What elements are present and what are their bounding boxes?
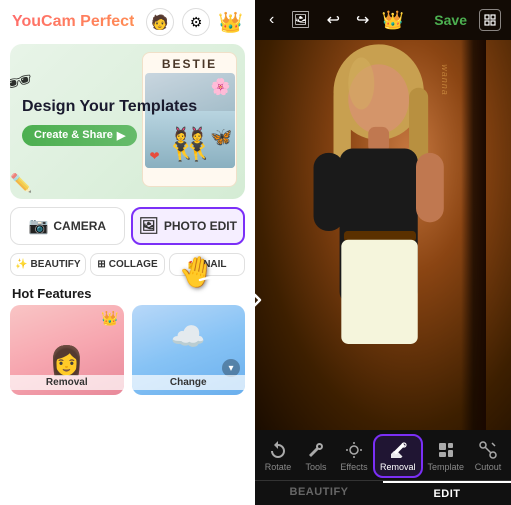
beautify-button[interactable]: ✨ BEAUTIFY [10,253,86,276]
effects-label: Effects [340,462,367,472]
person-icon-1: 👩 [49,344,84,377]
butterfly-icon: 🦋 [210,127,232,148]
hot-features-title: Hot Features [0,280,255,305]
photo-area: wanna [255,40,511,430]
pencils-decoration: ✏️ [10,173,32,194]
wall-text: wanna [440,64,450,96]
beautify-label: BEAUTIFY [31,259,81,270]
app-logo: YouCam Perfect [12,13,134,31]
image-icon[interactable]: 🖼 [286,8,314,32]
grid-view-icon[interactable] [479,9,501,31]
tools-label: Tools [305,462,326,472]
hero-text: Design Your Templates Create & Share ▶ [10,87,209,155]
camera-icon: 📷 [28,216,48,236]
avatar-icon[interactable]: 🧑 [146,8,174,36]
left-panel: YouCam Perfect 🧑 ⚙ 👑 🕶 ✏️ Design Your Te… [0,0,255,505]
camera-label: CAMERA [53,219,106,233]
camera-button[interactable]: 📷 CAMERA [10,207,125,245]
bottom-toolbar: Rotate Tools Effects [255,430,511,505]
removal-label: Removal [10,375,124,390]
effects-icon [344,440,364,460]
rotate-label: Rotate [265,462,292,472]
hero-title: Design Your Templates [22,97,197,116]
right-panel: ‹ 🖼 ↩ ↪ 👑 Save [255,0,511,505]
main-action-buttons: 📷 CAMERA 🖼 PHOTO EDIT [0,199,255,249]
photo-edit-button[interactable]: 🖼 PHOTO EDIT [131,207,246,245]
bestie-title: BESTIE [162,53,217,73]
right-top-bar: ‹ 🖼 ↩ ↪ 👑 Save [255,0,511,40]
removal-label: Removal [380,462,416,472]
settings-icon[interactable]: ⚙ [182,8,210,36]
tab-edit[interactable]: EDIT [383,481,511,505]
nail-label: NAIL [203,259,226,270]
top-bar-icons: 🧑 ⚙ 👑 [146,8,243,36]
cutout-tool[interactable]: Cutout [469,436,507,476]
removal-feature-card[interactable]: 👑 👩 Removal [10,305,124,395]
photo-edit-label: PHOTO EDIT [164,219,237,233]
save-button[interactable]: Save [434,12,467,28]
removal-tool[interactable]: Removal [373,434,423,478]
back-button[interactable]: ‹ [265,9,278,31]
crown-icon[interactable]: 👑 [218,10,243,35]
template-icon [436,440,456,460]
door-frame [461,40,486,430]
beautify-icon: ✨ [15,259,27,270]
crown-badge-1: 👑 [101,310,118,327]
top-bar: YouCam Perfect 🧑 ⚙ 👑 [0,0,255,44]
tool-row: Rotate Tools Effects [255,430,511,480]
nail-icon: 💅 [188,259,200,270]
collage-button[interactable]: ⊞ COLLAGE [90,253,166,276]
nail-button[interactable]: 💅 NAIL [169,253,245,276]
features-row: 👑 👩 Removal ☁️ ▾ Change [0,305,255,395]
template-tool[interactable]: Template [423,436,469,476]
hero-banner: 🕶 ✏️ Design Your Templates Create & Shar… [10,44,245,199]
cutout-icon [478,440,498,460]
crown-gold-icon[interactable]: 👑 [381,10,403,31]
removal-icon [388,440,408,460]
template-label: Template [428,462,465,472]
secondary-action-buttons: ✨ BEAUTIFY ⊞ COLLAGE 💅 NAIL [0,249,255,280]
effects-tool[interactable]: Effects [335,436,373,476]
change-label: Change [132,375,246,390]
create-share-button[interactable]: Create & Share ▶ [22,125,137,146]
cloud-icon: ☁️ [171,320,206,353]
tools-icon [306,440,326,460]
tab-beautify[interactable]: BEAUTIFY [255,481,383,505]
rotate-icon [268,440,288,460]
flower-icon: 🌸 [211,77,231,97]
change-feature-card[interactable]: ☁️ ▾ Change [132,305,246,395]
redo-button[interactable]: ↪ [352,8,373,32]
arrow-icon: ▶ [117,129,125,142]
rotate-tool[interactable]: Rotate [259,436,297,476]
undo-button[interactable]: ↩ [323,8,344,32]
create-share-label: Create & Share [34,129,113,141]
bottom-tabs: BEAUTIFY EDIT [255,480,511,505]
cutout-label: Cutout [475,462,502,472]
collage-icon: ⊞ [97,259,105,270]
photo-edit-icon: 🖼 [139,216,159,236]
collage-label: COLLAGE [109,259,158,270]
tools-tool[interactable]: Tools [297,436,335,476]
